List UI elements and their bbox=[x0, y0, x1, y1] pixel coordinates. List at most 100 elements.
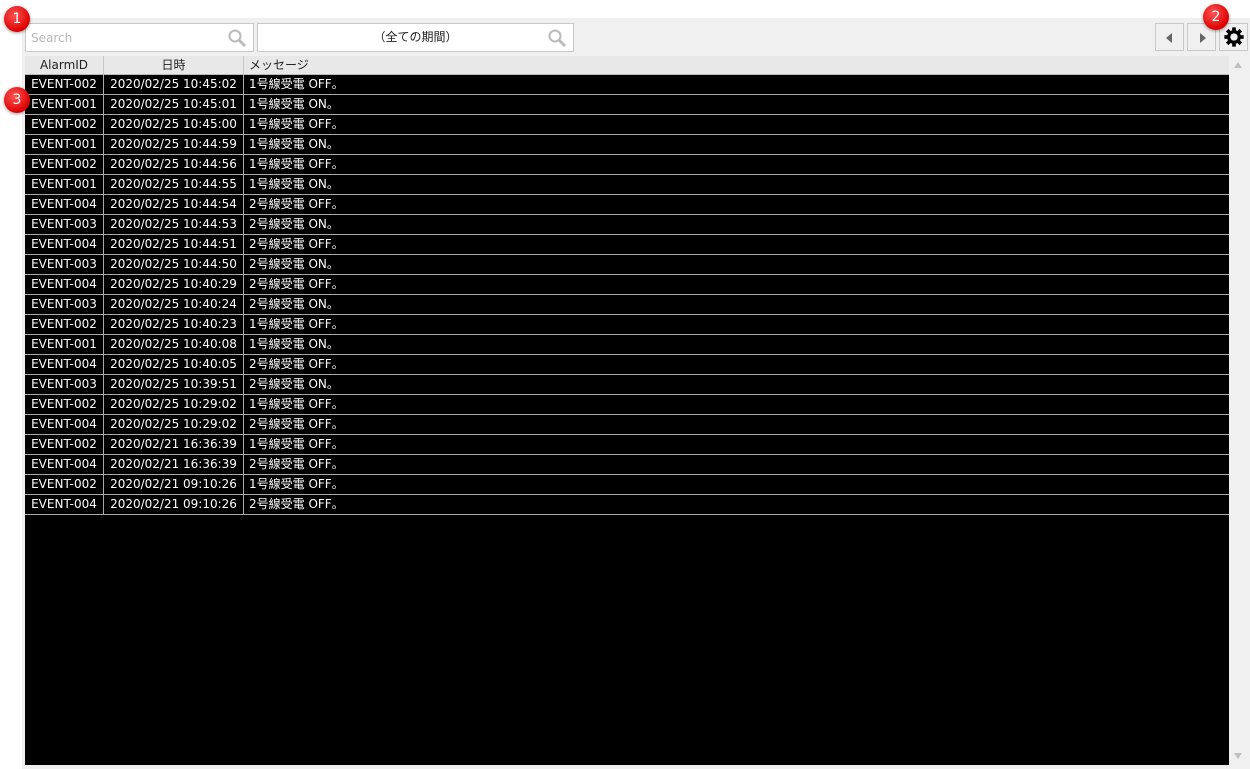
cell-alarmid: EVENT-004 bbox=[25, 275, 104, 294]
cell-message: 2号線受電 ON。 bbox=[249, 297, 339, 311]
table-row[interactable]: EVENT-001 2020/02/25 10:45:01 1号線受電 ON。 bbox=[25, 95, 1229, 115]
cell-datetime: 2020/02/21 16:36:39 bbox=[104, 455, 244, 474]
cell-message: 1号線受電 OFF。 bbox=[249, 317, 344, 331]
cell-message: 1号線受電 ON。 bbox=[249, 337, 339, 351]
period-label: （全ての期間） bbox=[373, 30, 458, 44]
cell-alarmid: EVENT-004 bbox=[25, 355, 104, 374]
cell-alarmid: EVENT-001 bbox=[25, 95, 104, 114]
callout-badge: 3 bbox=[4, 87, 30, 113]
cell-datetime: 2020/02/25 10:44:54 bbox=[104, 195, 244, 214]
previous-page-button[interactable] bbox=[1155, 23, 1184, 51]
callout-badge: 2 bbox=[1203, 4, 1229, 30]
search-box[interactable] bbox=[25, 23, 254, 52]
cell-alarmid: EVENT-003 bbox=[25, 375, 104, 394]
table-row[interactable]: EVENT-003 2020/02/25 10:44:53 2号線受電 ON。 bbox=[25, 215, 1229, 235]
table-row[interactable]: EVENT-001 2020/02/25 10:44:55 1号線受電 ON。 bbox=[25, 175, 1229, 195]
search-input[interactable] bbox=[26, 24, 221, 51]
cell-alarmid: EVENT-002 bbox=[25, 75, 104, 94]
cell-datetime: 2020/02/25 10:45:00 bbox=[104, 115, 244, 134]
cell-alarmid: EVENT-001 bbox=[25, 135, 104, 154]
gear-icon bbox=[1224, 27, 1244, 47]
table-row[interactable]: EVENT-004 2020/02/21 09:10:26 2号線受電 OFF。 bbox=[25, 495, 1229, 515]
magnifier-icon[interactable] bbox=[227, 28, 247, 48]
cell-alarmid: EVENT-002 bbox=[25, 395, 104, 414]
cell-message: 1号線受電 OFF。 bbox=[249, 117, 344, 131]
cell-datetime: 2020/02/21 09:10:26 bbox=[104, 495, 244, 514]
cell-datetime: 2020/02/25 10:29:02 bbox=[104, 395, 244, 414]
cell-datetime: 2020/02/21 16:36:39 bbox=[104, 435, 244, 454]
cell-datetime: 2020/02/21 09:10:26 bbox=[104, 475, 244, 494]
table-row[interactable]: EVENT-002 2020/02/25 10:40:23 1号線受電 OFF。 bbox=[25, 315, 1229, 335]
table-row[interactable]: EVENT-002 2020/02/21 16:36:39 1号線受電 OFF。 bbox=[25, 435, 1229, 455]
cell-message: 2号線受電 OFF。 bbox=[249, 457, 344, 471]
cell-message: 2号線受電 OFF。 bbox=[249, 497, 344, 511]
cell-message: 2号線受電 OFF。 bbox=[249, 277, 344, 291]
table-row[interactable]: EVENT-001 2020/02/25 10:44:59 1号線受電 ON。 bbox=[25, 135, 1229, 155]
scroll-up-icon[interactable] bbox=[1234, 62, 1242, 68]
scroll-down-icon[interactable] bbox=[1234, 753, 1242, 759]
table-row[interactable]: EVENT-002 2020/02/21 09:10:26 1号線受電 OFF。 bbox=[25, 475, 1229, 495]
cell-datetime: 2020/02/25 10:29:02 bbox=[104, 415, 244, 434]
table-row[interactable]: EVENT-003 2020/02/25 10:39:51 2号線受電 ON。 bbox=[25, 375, 1229, 395]
cell-alarmid: EVENT-004 bbox=[25, 455, 104, 474]
cell-alarmid: EVENT-001 bbox=[25, 175, 104, 194]
cell-alarmid: EVENT-004 bbox=[25, 415, 104, 434]
cell-message: 1号線受電 ON。 bbox=[249, 97, 339, 111]
cell-alarmid: EVENT-002 bbox=[25, 435, 104, 454]
table-header: AlarmID 日時 メッセージ bbox=[25, 56, 1229, 75]
triangle-right-icon bbox=[1200, 33, 1206, 43]
table-row[interactable]: EVENT-004 2020/02/25 10:29:02 2号線受電 OFF。 bbox=[25, 415, 1229, 435]
table-row[interactable]: EVENT-004 2020/02/25 10:44:54 2号線受電 OFF。 bbox=[25, 195, 1229, 215]
column-header-alarmid[interactable]: AlarmID bbox=[25, 56, 104, 75]
cell-message: 1号線受電 ON。 bbox=[249, 137, 339, 151]
cell-message: 2号線受電 ON。 bbox=[249, 257, 339, 271]
cell-datetime: 2020/02/25 10:44:51 bbox=[104, 235, 244, 254]
magnifier-icon[interactable] bbox=[547, 28, 567, 48]
cell-message: 1号線受電 OFF。 bbox=[249, 157, 344, 171]
table-row[interactable]: EVENT-002 2020/02/25 10:45:02 1号線受電 OFF。 bbox=[25, 75, 1229, 95]
table-row[interactable]: EVENT-004 2020/02/25 10:44:51 2号線受電 OFF。 bbox=[25, 235, 1229, 255]
period-filter[interactable]: （全ての期間） bbox=[257, 23, 574, 52]
triangle-left-icon bbox=[1166, 33, 1172, 43]
alarm-table: AlarmID 日時 メッセージ EVENT-002 2020/02/25 10:… bbox=[25, 56, 1229, 765]
cell-alarmid: EVENT-004 bbox=[25, 235, 104, 254]
cell-message: 2号線受電 OFF。 bbox=[249, 417, 344, 431]
cell-alarmid: EVENT-002 bbox=[25, 475, 104, 494]
cell-alarmid: EVENT-003 bbox=[25, 295, 104, 314]
cell-alarmid: EVENT-003 bbox=[25, 255, 104, 274]
table-row[interactable]: EVENT-003 2020/02/25 10:40:24 2号線受電 ON。 bbox=[25, 295, 1229, 315]
table-row[interactable]: EVENT-001 2020/02/25 10:40:08 1号線受電 ON。 bbox=[25, 335, 1229, 355]
table-row[interactable]: EVENT-004 2020/02/25 10:40:05 2号線受電 OFF。 bbox=[25, 355, 1229, 375]
cell-message: 2号線受電 ON。 bbox=[249, 377, 339, 391]
table-row[interactable]: EVENT-004 2020/02/25 10:40:29 2号線受電 OFF。 bbox=[25, 275, 1229, 295]
cell-alarmid: EVENT-004 bbox=[25, 495, 104, 514]
cell-message: 1号線受電 OFF。 bbox=[249, 397, 344, 411]
cell-datetime: 2020/02/25 10:40:08 bbox=[104, 335, 244, 354]
column-header-datetime[interactable]: 日時 bbox=[104, 56, 244, 75]
vertical-scrollbar[interactable] bbox=[1229, 56, 1246, 765]
table-row[interactable]: EVENT-003 2020/02/25 10:44:50 2号線受電 ON。 bbox=[25, 255, 1229, 275]
cell-datetime: 2020/02/25 10:44:53 bbox=[104, 215, 244, 234]
cell-datetime: 2020/02/25 10:44:59 bbox=[104, 135, 244, 154]
cell-datetime: 2020/02/25 10:39:51 bbox=[104, 375, 244, 394]
table-row[interactable]: EVENT-004 2020/02/21 16:36:39 2号線受電 OFF。 bbox=[25, 455, 1229, 475]
cell-message: 2号線受電 OFF。 bbox=[249, 197, 344, 211]
cell-alarmid: EVENT-002 bbox=[25, 155, 104, 174]
cell-datetime: 2020/02/25 10:40:24 bbox=[104, 295, 244, 314]
cell-datetime: 2020/02/25 10:40:29 bbox=[104, 275, 244, 294]
cell-message: 2号線受電 OFF。 bbox=[249, 237, 344, 251]
cell-datetime: 2020/02/25 10:45:01 bbox=[104, 95, 244, 114]
table-row[interactable]: EVENT-002 2020/02/25 10:29:02 1号線受電 OFF。 bbox=[25, 395, 1229, 415]
cell-message: 1号線受電 ON。 bbox=[249, 177, 339, 191]
cell-message: 1号線受電 OFF。 bbox=[249, 477, 344, 491]
table-row[interactable]: EVENT-002 2020/02/25 10:44:56 1号線受電 OFF。 bbox=[25, 155, 1229, 175]
cell-alarmid: EVENT-003 bbox=[25, 215, 104, 234]
cell-datetime: 2020/02/25 10:44:50 bbox=[104, 255, 244, 274]
cell-message: 1号線受電 OFF。 bbox=[249, 77, 344, 91]
cell-alarmid: EVENT-001 bbox=[25, 335, 104, 354]
cell-message: 1号線受電 OFF。 bbox=[249, 437, 344, 451]
cell-datetime: 2020/02/25 10:45:02 bbox=[104, 75, 244, 94]
cell-datetime: 2020/02/25 10:40:23 bbox=[104, 315, 244, 334]
table-row[interactable]: EVENT-002 2020/02/25 10:45:00 1号線受電 OFF。 bbox=[25, 115, 1229, 135]
column-header-message[interactable]: メッセージ bbox=[244, 56, 1229, 75]
